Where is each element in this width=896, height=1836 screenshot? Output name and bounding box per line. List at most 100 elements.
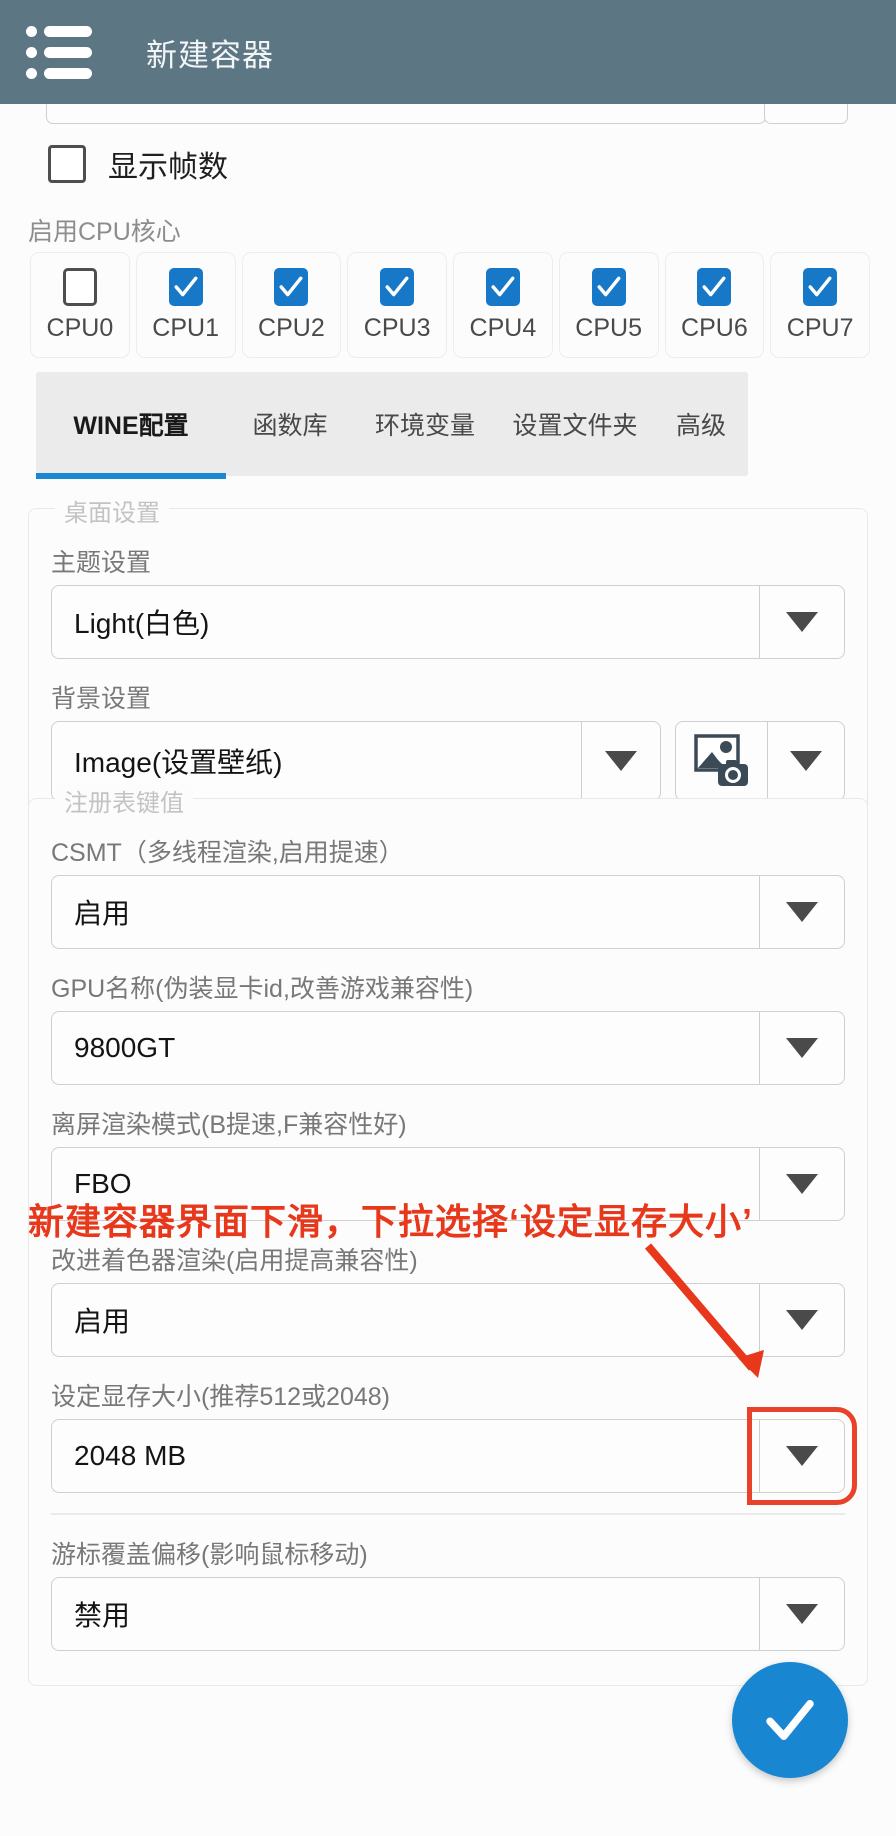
check-icon [174, 276, 198, 296]
theme-dropdown-arrow[interactable] [759, 585, 845, 659]
theme-setting-value[interactable]: Light(白色) [51, 585, 759, 659]
cpu-core-cell[interactable]: CPU1 [135, 252, 236, 358]
cpu-core-cell[interactable]: CPU6 [664, 252, 765, 358]
gpu-name-dropdown[interactable]: 9800GT [51, 1011, 845, 1085]
cpu-checkbox[interactable] [274, 267, 309, 306]
cpu-core-cell[interactable]: CPU7 [770, 252, 870, 358]
chevron-down-icon [786, 1174, 818, 1194]
menu-bar [44, 25, 92, 37]
desktop-settings-legend: 桌面设置 [55, 493, 169, 528]
offscreen-render-dropdown[interactable]: FBO [51, 1147, 845, 1221]
shader-render-dropdown-arrow[interactable] [759, 1283, 845, 1357]
cpu-core-label: CPU2 [258, 313, 325, 342]
csmt-value[interactable]: 启用 [51, 875, 759, 949]
cpu-checkbox[interactable] [380, 267, 415, 306]
offscreen-render-label: 离屏渲染模式(B提速,F兼容性好) [51, 1111, 407, 1139]
tab-settings-folder[interactable]: 设置文件夹 [496, 372, 654, 476]
chevron-down-icon [786, 1038, 818, 1058]
cursor-offset-dropdown[interactable]: 禁用 [51, 1576, 845, 1651]
gpu-name-value[interactable]: 9800GT [51, 1011, 759, 1085]
theme-setting-label: 主题设置 [51, 549, 152, 577]
tab-bar: WINE配置 函数库 环境变量 设置文件夹 高级 [36, 372, 748, 479]
vram-size-label: 设定显存大小(推荐512或2048) [51, 1383, 390, 1411]
csmt-dropdown[interactable]: 启用 [51, 875, 845, 949]
offscreen-render-dropdown-arrow[interactable] [759, 1147, 845, 1221]
tab-label: 函数库 [252, 412, 328, 440]
cpu-core-label: CPU4 [469, 313, 537, 342]
desktop-settings-group: 桌面设置 主题设置 Light(白色) 背景设置 Image(设置壁纸) [28, 493, 868, 828]
check-icon [808, 276, 832, 296]
tab-wine-config[interactable]: WINE配置 [36, 372, 226, 479]
cpu-core-cell[interactable]: CPU3 [347, 252, 447, 358]
vram-size-dropdown[interactable]: 2048 MB [51, 1407, 857, 1505]
cpu-core-list: CPU0 CPU1 CPU2 CPU3 CPU4 CPU5 CPU6 CPU7 [30, 252, 870, 358]
cpu-checkbox[interactable] [168, 267, 203, 306]
section-divider [51, 1513, 845, 1515]
cpu-checkbox[interactable] [697, 267, 732, 306]
tab-environment-variables[interactable]: 环境变量 [354, 372, 496, 476]
cursor-offset-dropdown-arrow[interactable] [759, 1576, 845, 1651]
hamburger-list-icon[interactable] [22, 21, 96, 83]
chevron-down-icon [605, 751, 637, 771]
show-fps-checkbox[interactable] [48, 145, 86, 183]
registry-keys-legend: 注册表键值 [55, 783, 193, 818]
check-icon [597, 276, 621, 296]
cpu-core-cell[interactable]: CPU5 [558, 252, 659, 358]
cpu-core-label: CPU0 [46, 313, 114, 342]
chevron-down-icon [790, 751, 822, 771]
check-icon [491, 276, 515, 296]
cpu-core-cell[interactable]: CPU0 [30, 252, 130, 358]
cpu-checkbox[interactable] [591, 267, 626, 306]
cpu-checkbox[interactable] [485, 267, 520, 306]
show-fps-row[interactable]: 显示帧数 [48, 142, 228, 186]
csmt-dropdown-arrow[interactable] [759, 875, 845, 949]
menu-line [26, 25, 96, 37]
check-icon [385, 276, 409, 296]
wallpaper-picker-arrow[interactable] [767, 721, 845, 801]
vram-size-dropdown-arrow[interactable] [747, 1407, 857, 1505]
gpu-name-label: GPU名称(伪装显卡id,改善游戏兼容性) [51, 975, 474, 1003]
chevron-down-icon [786, 612, 818, 632]
background-setting-label: 背景设置 [51, 685, 152, 713]
background-dropdown-arrow[interactable] [581, 721, 661, 801]
menu-line [26, 46, 96, 58]
tab-label: WINE配置 [73, 412, 189, 440]
registry-keys-group: 注册表键值 CSMT（多线程渲染,启用提速） 启用 GPU名称(伪装显卡id,改… [28, 783, 868, 1686]
wallpaper-picker-button[interactable] [675, 721, 767, 801]
menu-line [26, 67, 96, 79]
check-icon [766, 1700, 814, 1740]
tab-label: 高级 [675, 412, 726, 440]
cpu-core-label: CPU1 [152, 313, 219, 342]
shader-render-dropdown[interactable]: 启用 [51, 1283, 845, 1357]
cpu-core-cell[interactable]: CPU4 [453, 252, 553, 358]
scroll-content[interactable]: 显示帧数 启用CPU核心 CPU0 CPU1 CPU2 CPU3 CPU4 CP… [0, 88, 896, 1836]
wallpaper-picker-group [675, 721, 845, 801]
cpu-core-label: CPU5 [575, 313, 642, 342]
shader-render-label: 改进着色器渲染(启用提高兼容性) [51, 1247, 418, 1275]
shader-render-value[interactable]: 启用 [51, 1283, 759, 1357]
page-title: 新建容器 [146, 37, 274, 73]
app-bar: 新建容器 [0, 0, 896, 104]
cpu-checkbox[interactable] [62, 267, 97, 306]
confirm-fab-button[interactable] [732, 1662, 848, 1778]
gpu-name-dropdown-arrow[interactable] [759, 1011, 845, 1085]
vram-size-value[interactable]: 2048 MB [51, 1419, 759, 1493]
check-icon [279, 276, 303, 296]
cpu-core-label: CPU3 [363, 313, 431, 342]
app-screen: 新建容器 显示帧数 启用CPU核心 CPU0 CPU1 CPU2 CPU3 CP… [0, 0, 896, 1836]
chevron-down-icon [786, 1446, 818, 1466]
check-icon [702, 276, 726, 296]
csmt-label: CSMT（多线程渲染,启用提速） [51, 839, 404, 867]
theme-setting-dropdown[interactable]: Light(白色) [51, 585, 845, 659]
show-fps-label: 显示帧数 [108, 151, 228, 184]
cpu-core-cell[interactable]: CPU2 [241, 252, 342, 358]
tab-active-indicator [36, 473, 226, 479]
tab-label: 设置文件夹 [512, 412, 638, 440]
menu-bar [44, 46, 92, 58]
tab-advanced[interactable]: 高级 [654, 372, 748, 476]
cursor-offset-value[interactable]: 禁用 [51, 1576, 759, 1651]
menu-bar [44, 67, 92, 79]
offscreen-render-value[interactable]: FBO [51, 1147, 759, 1221]
cpu-checkbox[interactable] [803, 267, 838, 306]
tab-function-library[interactable]: 函数库 [226, 372, 354, 476]
